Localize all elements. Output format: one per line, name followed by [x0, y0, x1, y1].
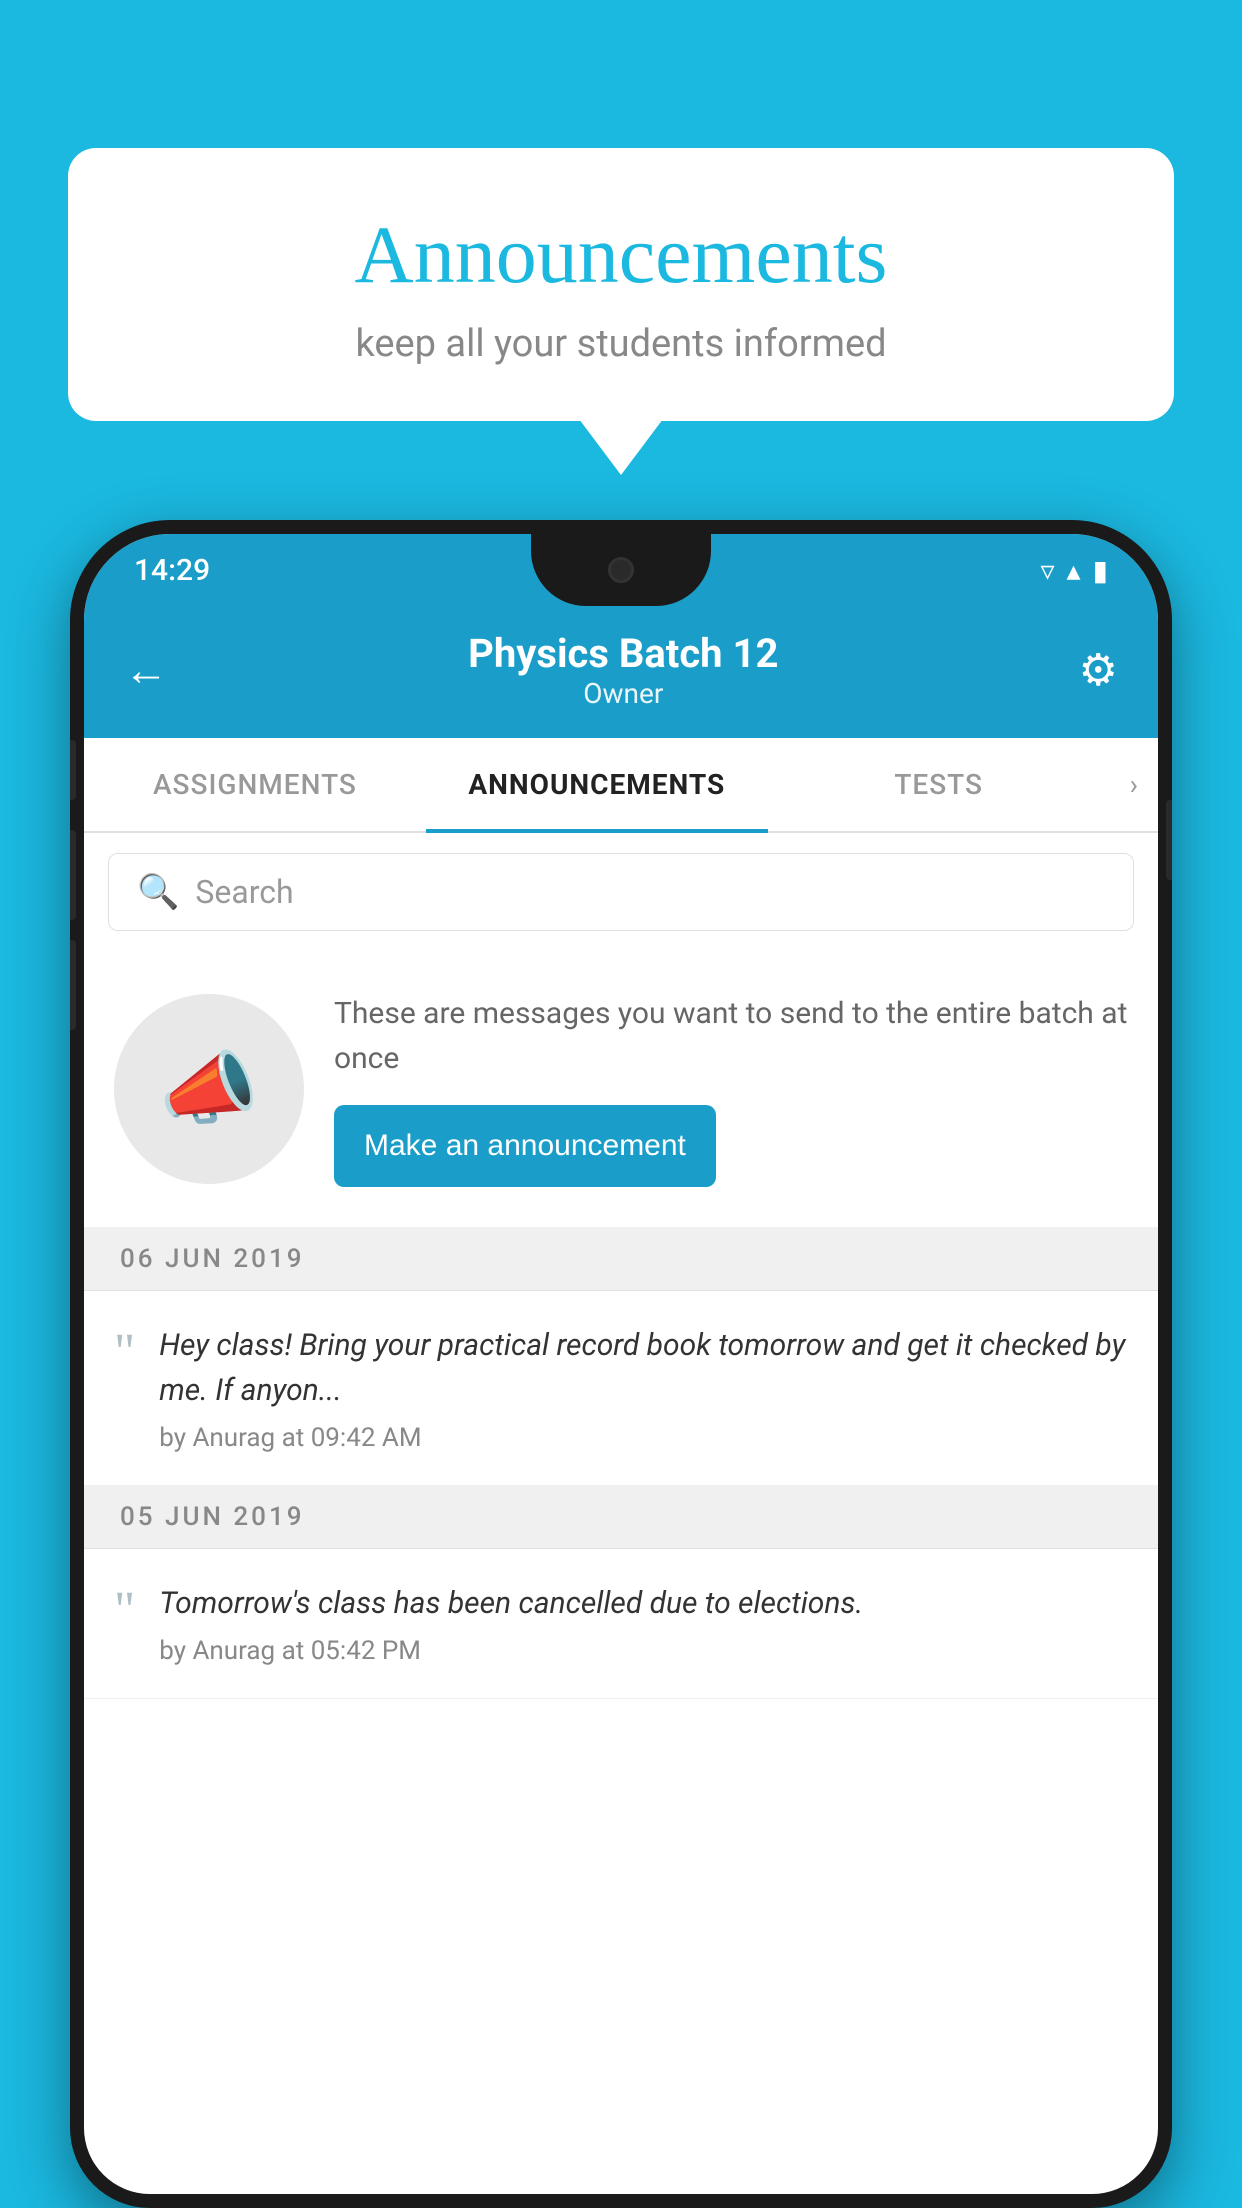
announcement-author-2: by Anurag at 05:42 PM: [159, 1636, 1128, 1666]
app-header: ← Physics Batch 12 Owner ⚙: [84, 606, 1158, 738]
phone-frame: 14:29 ▿ ▴ ▮ ← Physics Batch 12 Owner ⚙: [70, 520, 1172, 2208]
make-announcement-button[interactable]: Make an announcement: [334, 1105, 716, 1187]
settings-icon[interactable]: ⚙: [1079, 644, 1118, 696]
notch: [531, 534, 711, 606]
quote-icon-2: ": [114, 1585, 135, 1637]
tab-more-icon[interactable]: ›: [1110, 738, 1158, 831]
announcement-content-2: Tomorrow's class has been cancelled due …: [159, 1581, 1128, 1666]
back-button[interactable]: ←: [124, 644, 168, 696]
speech-bubble-arrow: [579, 419, 663, 475]
megaphone-icon: 📣: [159, 1042, 259, 1136]
volume-down-button: [70, 940, 76, 1030]
search-box[interactable]: 🔍 Search: [108, 853, 1134, 931]
silent-button: [70, 740, 76, 800]
cta-right: These are messages you want to send to t…: [334, 991, 1128, 1187]
power-button: [1166, 800, 1172, 880]
megaphone-circle: 📣: [114, 994, 304, 1184]
date-label-2: 05 JUN 2019: [120, 1502, 305, 1532]
announcement-item-1[interactable]: " Hey class! Bring your practical record…: [84, 1291, 1158, 1486]
announcement-subtitle: keep all your students informed: [148, 322, 1094, 366]
announcement-item-2[interactable]: " Tomorrow's class has been cancelled du…: [84, 1549, 1158, 1699]
cta-description: These are messages you want to send to t…: [334, 991, 1128, 1081]
status-icons: ▿ ▴ ▮: [1040, 554, 1108, 587]
announcement-content-1: Hey class! Bring your practical record b…: [159, 1323, 1128, 1453]
status-time: 14:29: [134, 553, 210, 588]
signal-icon: ▴: [1067, 554, 1081, 587]
quote-icon-1: ": [114, 1327, 135, 1379]
tab-announcements[interactable]: ANNOUNCEMENTS: [426, 738, 768, 831]
date-separator-1: 06 JUN 2019: [84, 1228, 1158, 1291]
speech-bubble: Announcements keep all your students inf…: [68, 148, 1174, 421]
tabs-container: ASSIGNMENTS ANNOUNCEMENTS TESTS ›: [84, 738, 1158, 833]
batch-title: Physics Batch 12: [168, 630, 1079, 677]
phone-container: 14:29 ▿ ▴ ▮ ← Physics Batch 12 Owner ⚙: [70, 520, 1172, 2208]
volume-up-button: [70, 830, 76, 920]
announcement-title: Announcements: [148, 208, 1094, 302]
phone-screen: 14:29 ▿ ▴ ▮ ← Physics Batch 12 Owner ⚙: [84, 534, 1158, 2194]
speech-bubble-container: Announcements keep all your students inf…: [68, 148, 1174, 475]
tab-tests[interactable]: TESTS: [768, 738, 1110, 831]
date-label-1: 06 JUN 2019: [120, 1244, 305, 1274]
search-container: 🔍 Search: [84, 833, 1158, 951]
search-placeholder: Search: [195, 873, 293, 911]
search-icon: 🔍: [137, 872, 179, 912]
wifi-icon: ▿: [1040, 554, 1054, 587]
announcement-author-1: by Anurag at 09:42 AM: [159, 1423, 1128, 1453]
date-separator-2: 05 JUN 2019: [84, 1486, 1158, 1549]
batch-role: Owner: [168, 677, 1079, 710]
tab-assignments[interactable]: ASSIGNMENTS: [84, 738, 426, 831]
announcement-message-1: Hey class! Bring your practical record b…: [159, 1323, 1128, 1413]
header-center: Physics Batch 12 Owner: [168, 630, 1079, 710]
cta-section: 📣 These are messages you want to send to…: [84, 951, 1158, 1228]
battery-icon: ▮: [1093, 554, 1108, 587]
front-camera: [608, 557, 634, 583]
announcement-message-2: Tomorrow's class has been cancelled due …: [159, 1581, 1128, 1626]
